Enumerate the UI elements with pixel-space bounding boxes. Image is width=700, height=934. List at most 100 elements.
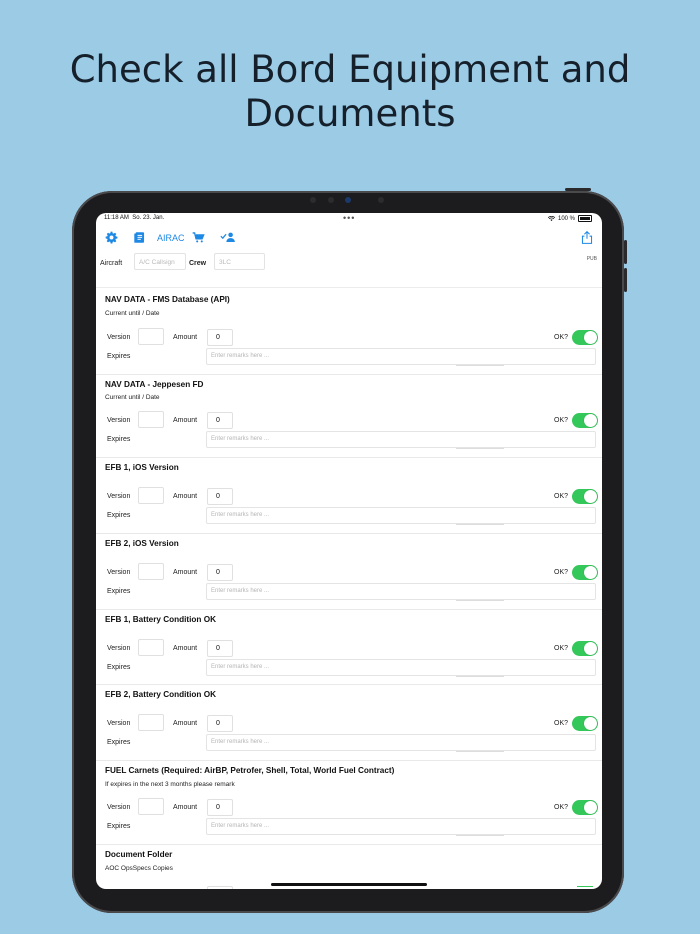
expires-label: Expires xyxy=(107,512,131,519)
equipment-section: NAV DATA - Jeppesen FD Current until / D… xyxy=(96,375,602,458)
version-input[interactable] xyxy=(138,563,164,580)
headline-line-2: Documents xyxy=(244,92,456,135)
equipment-section: EFB 2, iOS Version Version Amount 0 OK? … xyxy=(96,534,602,610)
ok-toggle[interactable] xyxy=(572,489,598,504)
divider xyxy=(456,835,504,836)
amount-label: Amount xyxy=(173,804,198,811)
divider xyxy=(456,524,504,525)
crew-label: Crew xyxy=(189,260,207,267)
remarks-input[interactable]: Enter remarks here ... xyxy=(206,431,596,448)
divider xyxy=(96,287,602,288)
ok-toggle[interactable] xyxy=(572,716,598,731)
battery-icon xyxy=(578,215,592,222)
divider xyxy=(456,751,504,752)
expires-label: Expires xyxy=(107,823,131,830)
equipment-section: EFB 1, iOS Version Version Amount 0 OK? … xyxy=(96,458,602,534)
version-label: Version xyxy=(107,569,131,576)
section-title: NAV DATA - FMS Database (API) xyxy=(105,295,230,304)
version-label: Version xyxy=(107,804,131,811)
amount-input[interactable] xyxy=(207,886,233,889)
ok-label: OK? xyxy=(554,493,569,500)
version-label: Version xyxy=(107,493,131,500)
section-title: EFB 1, iOS Version xyxy=(105,463,179,472)
remarks-input[interactable]: Enter remarks here ... xyxy=(206,659,596,676)
headline: Check all Bord Equipment and Documents xyxy=(0,48,700,136)
amount-input[interactable]: 0 xyxy=(207,488,233,505)
ok-toggle[interactable] xyxy=(572,565,598,580)
section-title: EFB 1, Battery Condition OK xyxy=(105,615,216,624)
section-title: Document Folder xyxy=(105,850,173,859)
ok-toggle[interactable] xyxy=(572,330,598,345)
amount-input[interactable]: 0 xyxy=(207,564,233,581)
version-label: Version xyxy=(107,334,131,341)
ok-toggle[interactable] xyxy=(572,641,598,656)
gear-icon[interactable] xyxy=(105,231,118,247)
volume-down-button xyxy=(624,268,627,292)
expires-label: Expires xyxy=(107,436,131,443)
version-label: Version xyxy=(107,720,131,727)
ok-toggle[interactable] xyxy=(577,886,593,887)
ok-toggle[interactable] xyxy=(572,800,598,815)
remarks-input[interactable]: Enter remarks here ... xyxy=(206,507,596,524)
expires-label: Expires xyxy=(107,664,131,671)
remarks-input[interactable]: Enter remarks here ... xyxy=(206,348,596,365)
equipment-section: NAV DATA - FMS Database (API) Current un… xyxy=(96,292,602,375)
version-input[interactable] xyxy=(138,639,164,656)
aircraft-label: Aircraft xyxy=(100,260,123,267)
divider xyxy=(456,448,504,449)
amount-input[interactable]: 0 xyxy=(207,412,233,429)
battery-percent: 100 % xyxy=(557,215,575,222)
ok-label: OK? xyxy=(554,569,569,576)
status-bar: 11:18 AM So. 23. Jan. ••• 100 % xyxy=(96,213,602,225)
amount-input[interactable]: 0 xyxy=(207,715,233,732)
ok-label: OK? xyxy=(554,645,569,652)
version-input[interactable] xyxy=(138,798,164,815)
divider xyxy=(456,600,504,601)
crew-input[interactable]: 3LC xyxy=(214,253,265,270)
remarks-input[interactable]: Enter remarks here ... xyxy=(206,818,596,835)
share-icon[interactable] xyxy=(581,230,593,247)
equipment-section: EFB 2, Battery Condition OK Version Amou… xyxy=(96,685,602,761)
status-right: 100 % xyxy=(547,215,592,222)
version-input[interactable] xyxy=(138,487,164,504)
amount-label: Amount xyxy=(173,569,198,576)
amount-input[interactable]: 0 xyxy=(207,640,233,657)
amount-input[interactable]: 0 xyxy=(207,329,233,346)
equipment-section: FUEL Carnets (Required: AirBP, Petrofer,… xyxy=(96,761,602,845)
expires-label: Expires xyxy=(107,588,131,595)
section-subtitle: Current until / Date xyxy=(105,310,160,317)
document-icon[interactable] xyxy=(133,231,146,247)
check-person-icon[interactable] xyxy=(220,231,236,247)
airac-button[interactable]: AIRAC xyxy=(157,233,185,243)
version-input[interactable] xyxy=(138,411,164,428)
home-indicator[interactable] xyxy=(271,883,427,886)
ok-label: OK? xyxy=(554,720,569,727)
divider xyxy=(456,676,504,677)
callsign-input[interactable]: A/C Callsign xyxy=(134,253,186,270)
expires-label: Expires xyxy=(107,353,131,360)
amount-label: Amount xyxy=(173,645,198,652)
amount-label: Amount xyxy=(173,417,198,424)
ok-label: OK? xyxy=(554,417,569,424)
ok-toggle[interactable] xyxy=(572,413,598,428)
amount-label: Amount xyxy=(173,493,198,500)
amount-input[interactable]: 0 xyxy=(207,799,233,816)
expires-label: Expires xyxy=(107,739,131,746)
cart-icon[interactable] xyxy=(192,231,205,247)
version-input[interactable] xyxy=(138,328,164,345)
remarks-input[interactable]: Enter remarks here ... xyxy=(206,583,596,600)
version-input[interactable] xyxy=(138,714,164,731)
version-label: Version xyxy=(107,417,131,424)
sensor-dot xyxy=(328,197,334,203)
section-subtitle: AOC OpsSpecs Copies xyxy=(105,865,173,872)
app-screen: 11:18 AM So. 23. Jan. ••• 100 % AIRAC Ai… xyxy=(96,213,602,889)
status-time: 11:18 AM So. 23. Jan. xyxy=(104,215,165,221)
remarks-input[interactable]: Enter remarks here ... xyxy=(206,734,596,751)
section-subtitle: Current until / Date xyxy=(105,394,160,401)
pub-label: PUB xyxy=(586,256,597,262)
sensor-dot xyxy=(378,197,384,203)
aircraft-crew-row: Aircraft A/C Callsign Crew 3LC PUB xyxy=(96,253,602,273)
multitask-dots[interactable]: ••• xyxy=(343,213,355,223)
headline-line-1: Check all Bord Equipment and xyxy=(69,48,631,91)
ok-label: OK? xyxy=(554,334,569,341)
